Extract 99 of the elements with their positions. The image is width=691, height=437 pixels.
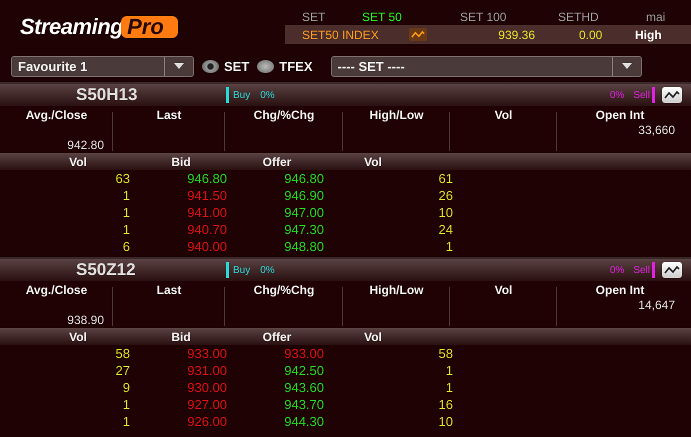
sell-label: Sell: [633, 90, 650, 100]
sell-label: Sell: [633, 264, 650, 276]
table-cell-text: 943.60: [283, 380, 324, 395]
column-header: Vol: [68, 154, 88, 168]
index-name: SET50 INDEX: [302, 28, 380, 42]
dropdown-value: ---- SET ----: [336, 58, 406, 74]
table-cell-text: 926.00: [186, 414, 227, 429]
table-cell-text: 1: [444, 239, 453, 254]
table-cell-text: 16: [438, 397, 453, 412]
table-cell-text: 26: [438, 188, 453, 203]
buy-label: Buy: [233, 264, 250, 276]
radio-label[interactable]: SET: [224, 58, 250, 74]
index-level: High: [635, 28, 662, 42]
sell-percent: 0%: [610, 264, 624, 276]
table-cell-text: 1: [122, 414, 130, 429]
trend-icon: [409, 28, 427, 41]
table-cell-text: 1: [122, 222, 130, 237]
table-cell-text: 927.00: [186, 397, 227, 412]
table-cell-text: 61: [438, 171, 453, 186]
column-header: Open Int: [596, 283, 644, 297]
symbol-title: S50H13: [76, 85, 138, 105]
table-cell-text: 63: [114, 171, 130, 186]
column-header: Vol: [68, 330, 88, 344]
table-cell-text: 940.70: [186, 222, 227, 237]
buy-label: Buy: [233, 90, 250, 100]
column-header: Offer: [262, 154, 292, 168]
table-cell-text: 1: [122, 397, 130, 412]
dropdown-value: Favourite 1: [17, 58, 88, 74]
table-cell-text: 27: [114, 363, 130, 378]
column-header: Bid: [170, 330, 192, 344]
table-cell-text: 24: [438, 222, 453, 237]
index-tab[interactable]: SET: [302, 10, 362, 24]
buy-marker: [226, 87, 229, 103]
buy-percent: 0%: [260, 264, 275, 276]
column-header: Chg/%Chg: [254, 283, 314, 297]
index-value: 939.36: [497, 28, 535, 42]
column-header: Open Int: [596, 108, 644, 122]
table-cell-text: 933.00: [283, 346, 324, 361]
buy-marker: [226, 262, 229, 278]
table-cell-text: 58: [438, 346, 453, 361]
index-tab[interactable]: SET 50: [362, 10, 460, 24]
table-cell-text: 946.80: [283, 171, 324, 186]
sell-marker: [652, 262, 655, 278]
column-header: Avg./Close: [26, 108, 88, 122]
table-cell-text: 1: [444, 363, 453, 378]
table-cell-text: 947.00: [283, 205, 324, 220]
index-tab[interactable]: SET 100: [460, 10, 558, 24]
column-header: Offer: [262, 330, 292, 344]
buy-percent: 0%: [260, 90, 275, 100]
column-header: Vol: [363, 330, 383, 344]
column-header: High/Low: [370, 283, 424, 297]
column-header: Vol: [494, 283, 512, 297]
column-header: Bid: [170, 154, 192, 168]
column-header: Vol: [494, 108, 512, 122]
table-cell: 33,660: [638, 123, 675, 137]
column-header: High/Low: [370, 108, 424, 122]
radio-label[interactable]: TFEX: [279, 58, 313, 74]
table-cell: 14,647: [638, 298, 675, 312]
dropdown[interactable]: Favourite 1: [11, 56, 194, 76]
table-cell-text: 10: [438, 414, 453, 429]
radio-button[interactable]: [202, 60, 219, 72]
table-cell-text: 1: [122, 188, 130, 203]
table-cell-text: 10: [438, 205, 453, 220]
table-cell-text: 6: [122, 239, 130, 254]
table-cell-text: 946.90: [283, 188, 324, 203]
logo-badge: Pro: [121, 16, 178, 38]
table-cell-text: 930.00: [186, 380, 227, 395]
radio-button[interactable]: [257, 60, 274, 72]
column-header: Vol: [363, 154, 383, 168]
dropdown[interactable]: ---- SET ----: [330, 56, 642, 76]
symbol-title: S50Z12: [76, 260, 137, 280]
table-cell-text: 944.30: [283, 414, 324, 429]
table-cell-text: 9: [122, 380, 130, 395]
table-cell-text: 941.50: [186, 188, 227, 203]
index-tab[interactable]: SETHD: [558, 10, 646, 24]
table-cell: 942.80: [67, 138, 104, 152]
column-header: Avg./Close: [26, 283, 88, 297]
column-header: Last: [156, 283, 182, 297]
table-cell-text: 943.70: [283, 397, 324, 412]
index-change: 0.00: [579, 28, 604, 42]
table-cell-text: 942.50: [283, 363, 324, 378]
table-cell-text: 946.80: [186, 171, 227, 186]
table-cell-text: 931.00: [186, 363, 227, 378]
table-cell-text: 940.00: [186, 239, 227, 254]
sell-marker: [652, 87, 655, 103]
chart-button[interactable]: [662, 87, 682, 103]
table-cell-text: 941.00: [186, 205, 227, 220]
chart-button[interactable]: [662, 262, 682, 278]
table-cell-text: 58: [114, 346, 130, 361]
table-cell-text: 947.30: [283, 222, 324, 237]
column-header: Last: [156, 108, 182, 122]
table-cell: 938.90: [67, 313, 104, 327]
table-cell-text: 948.80: [283, 239, 324, 254]
column-header: Chg/%Chg: [254, 108, 314, 122]
index-tab[interactable]: mai: [646, 10, 666, 24]
table-cell-text: 1: [444, 380, 453, 395]
table-cell-text: 933.00: [186, 346, 227, 361]
table-cell-text: 1: [122, 205, 130, 220]
sell-percent: 0%: [610, 90, 624, 100]
